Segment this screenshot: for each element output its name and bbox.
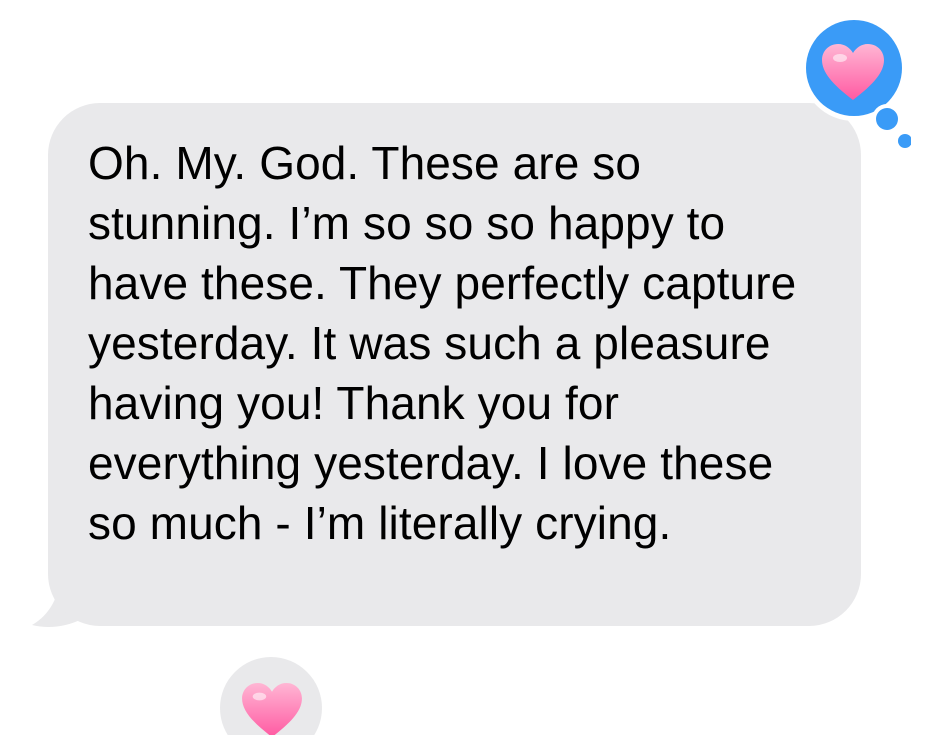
pink-heart-icon — [822, 44, 884, 100]
message-thread: Oh. My. God. These are so stunning. I’m … — [0, 0, 931, 735]
message-text: Oh. My. God. These are so stunning. I’m … — [88, 137, 797, 549]
pink-heart-icon — [242, 683, 302, 735]
received-message-bubble[interactable]: Oh. My. God. These are so stunning. I’m … — [48, 103, 861, 626]
